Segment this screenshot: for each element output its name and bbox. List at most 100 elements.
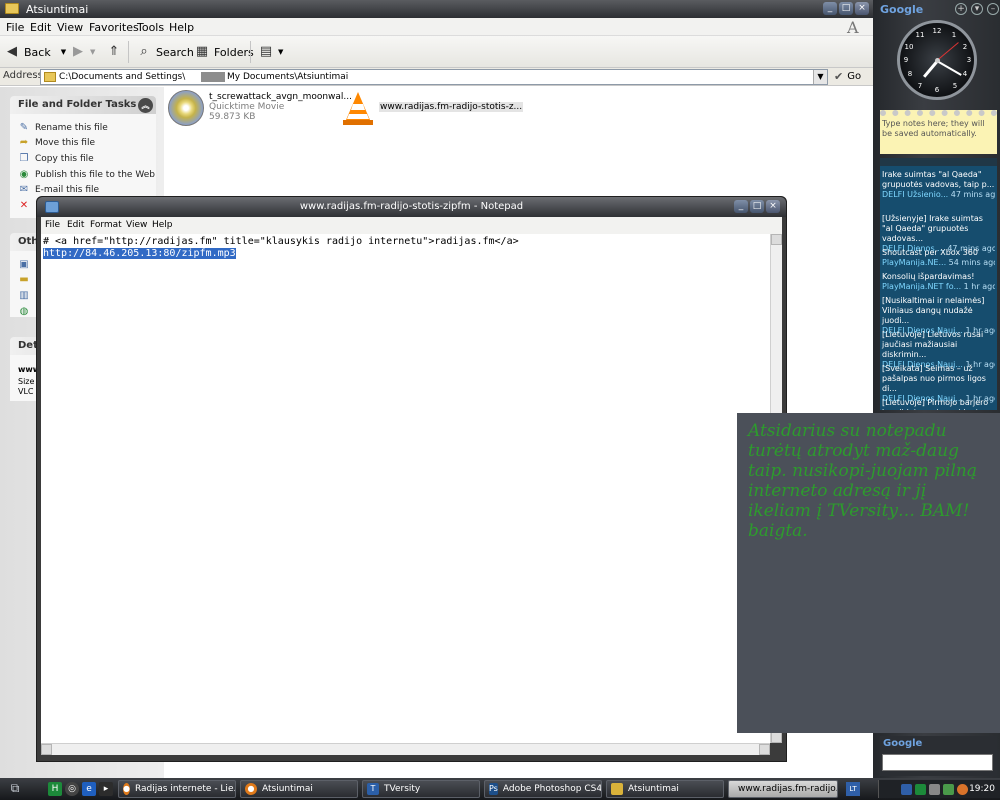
notepad-icon: [45, 201, 59, 213]
start-button[interactable]: ⧉: [4, 781, 26, 797]
google-search-input[interactable]: [882, 754, 993, 771]
views-button[interactable]: ▤ ▼: [258, 44, 284, 60]
explorer-titlebar[interactable]: Atsiuntimai _ □ ×: [0, 0, 873, 18]
notepad-text-area[interactable]: # <a href="http://radijas.fm" title="kla…: [41, 234, 770, 743]
selected-url[interactable]: http://84.46.205.13:80/zipfm.mp3: [43, 248, 236, 259]
views-dropdown-icon: ▼: [278, 48, 284, 56]
toolbar-divider: [250, 41, 251, 63]
scroll-down-button[interactable]: [771, 732, 782, 743]
search-button[interactable]: ⌕ Search: [136, 44, 193, 60]
address-path-start: C:\Documents and Settings\: [59, 72, 186, 82]
up-button[interactable]: ⇑: [106, 44, 122, 60]
redacted-username: [201, 72, 225, 82]
close-button[interactable]: ×: [766, 200, 780, 213]
file-folder-tasks-header[interactable]: File and Folder Tasks ︽: [10, 96, 156, 114]
menu-favorites[interactable]: Favorites: [89, 21, 139, 34]
address-dropdown-icon[interactable]: ▼: [813, 70, 827, 84]
taskbar-button-active[interactable]: www.radijas.fm-radijo...: [728, 780, 838, 798]
task-publish[interactable]: ◉ Publish this file to the Web: [18, 167, 156, 183]
address-path-end: My Documents\Atsiuntimai: [227, 72, 349, 82]
rss-source: PlayManija.NE...: [882, 258, 947, 267]
quicklaunch-icon[interactable]: H: [48, 782, 62, 796]
taskbar: ⧉ H ◎ e ▸ ● Radijas internete - Lie... ● A…: [0, 778, 1000, 800]
rss-item[interactable]: Konsolių išpardavimas! PlayManija.NET fo.…: [882, 272, 995, 292]
scroll-up-button[interactable]: [771, 234, 782, 245]
file-list: t_screwattack_avgn_moonwal... Quicktime …: [164, 87, 873, 197]
scroll-left-button[interactable]: [41, 744, 52, 755]
minimize-button[interactable]: _: [734, 200, 748, 213]
menu-edit[interactable]: Edit: [67, 220, 84, 230]
address-input[interactable]: C:\Documents and Settings\ My Documents\…: [40, 69, 828, 85]
menu-view[interactable]: View: [126, 220, 147, 230]
menu-help[interactable]: Help: [152, 220, 173, 230]
taskbar-button[interactable]: Ps Adobe Photoshop CS4...: [484, 780, 602, 798]
tray-icon[interactable]: [901, 784, 912, 795]
taskbar-button[interactable]: Atsiuntimai: [606, 780, 724, 798]
folders-button[interactable]: ▦ Folders: [194, 44, 254, 60]
quicklaunch-icon[interactable]: ▸: [99, 782, 113, 796]
taskbar-button[interactable]: T TVersity: [362, 780, 480, 798]
menu-view[interactable]: View: [57, 21, 83, 34]
collapse-chevron-icon[interactable]: ︽: [138, 98, 153, 113]
text-line: # <a href="http://radijas.fm" title="kla…: [43, 236, 519, 247]
tversity-icon: T: [367, 783, 379, 795]
folders-icon: ▦: [195, 44, 209, 59]
task-rename[interactable]: ✎ Rename this file: [18, 120, 156, 136]
maximize-button[interactable]: □: [750, 200, 764, 213]
taskbar-button[interactable]: ● Atsiuntimai: [240, 780, 358, 798]
menu-format[interactable]: Format: [90, 220, 122, 230]
rss-title: [Užsienyje] Irake suimtas "al Qaeda" gru…: [882, 214, 983, 243]
back-dropdown-icon[interactable]: ▼: [61, 48, 66, 56]
menu-tools[interactable]: Tools: [137, 21, 164, 34]
tray-icon[interactable]: [957, 784, 968, 795]
forward-button[interactable]: ▶ ▼: [70, 44, 95, 60]
window-title: Atsiuntimai: [26, 3, 89, 16]
menu-file[interactable]: File: [6, 21, 24, 34]
task-copy[interactable]: ❐ Copy this file: [18, 151, 156, 167]
back-button[interactable]: ◀ Back ▼: [4, 44, 66, 60]
language-indicator[interactable]: LT: [846, 782, 860, 796]
menu-edit[interactable]: Edit: [30, 21, 51, 34]
task-move[interactable]: ➦ Move this file: [18, 136, 156, 152]
maximize-button[interactable]: □: [839, 2, 853, 15]
clock-numeral: 2: [962, 43, 968, 51]
rss-ago: 54 mins ago: [948, 258, 995, 267]
rss-title: [Sveikata] Seimas – už pašalpas nuo pirm…: [882, 364, 986, 393]
taskbar-button[interactable]: ● Radijas internete - Lie...: [118, 780, 236, 798]
file-item-playlist[interactable]: www.radijas.fm-radijo-stotis-z...: [342, 90, 542, 130]
clock-gadget[interactable]: 12 1 2 3 4 5 6 7 8 9 10 11: [897, 20, 977, 100]
notes-text: Type notes here; they will be saved auto…: [882, 119, 985, 138]
horizontal-scrollbar[interactable]: [41, 743, 770, 755]
forward-dropdown-icon[interactable]: ▼: [90, 48, 95, 56]
menu-file[interactable]: File: [45, 220, 60, 230]
toolbar-divider: [128, 41, 129, 63]
go-button[interactable]: ✔ Go: [834, 70, 861, 83]
add-gadget-icon[interactable]: +: [955, 3, 967, 15]
rss-item[interactable]: Shoutcast per Xbox 360 PlayManija.NE... 5…: [882, 248, 995, 268]
menu-help[interactable]: Help: [169, 21, 194, 34]
scroll-right-button[interactable]: [759, 744, 770, 755]
google-search-gadget: Google: [880, 736, 997, 776]
notes-gadget[interactable]: Type notes here; they will be saved auto…: [880, 110, 997, 154]
clock-numeral: 10: [904, 43, 914, 51]
back-arrow-icon: ◀: [7, 44, 17, 59]
file-item-movie[interactable]: t_screwattack_avgn_moonwal... Quicktime …: [168, 90, 352, 130]
clock-numeral: 8: [907, 70, 913, 78]
clock-numeral: 6: [934, 86, 940, 94]
minimize-button[interactable]: _: [823, 2, 837, 15]
ie-icon[interactable]: e: [82, 782, 96, 796]
search-icon: ⌕: [140, 44, 148, 59]
rss-item[interactable]: [Lietuvoje] Pirmojo barjero kandidatams …: [882, 398, 995, 410]
sidebar-menu-icon[interactable]: ▾: [971, 3, 983, 15]
sidebar-close-icon[interactable]: –: [987, 3, 999, 15]
tray-icon[interactable]: [929, 784, 940, 795]
tray-icon[interactable]: [915, 784, 926, 795]
google-logo[interactable]: Google: [880, 3, 923, 16]
notepad-titlebar[interactable]: www.radijas.fm-radijo-stotis-zipfm - Not…: [37, 197, 786, 217]
rss-item[interactable]: Irake suimtas "al Qaeda" grupuotės vadov…: [882, 170, 995, 200]
clock-time[interactable]: 19:20: [969, 784, 995, 794]
quicklaunch-icon[interactable]: ◎: [65, 782, 79, 796]
address-bar: Address C:\Documents and Settings\ My Do…: [0, 68, 873, 86]
tray-icon[interactable]: [943, 784, 954, 795]
close-button[interactable]: ×: [855, 2, 869, 15]
